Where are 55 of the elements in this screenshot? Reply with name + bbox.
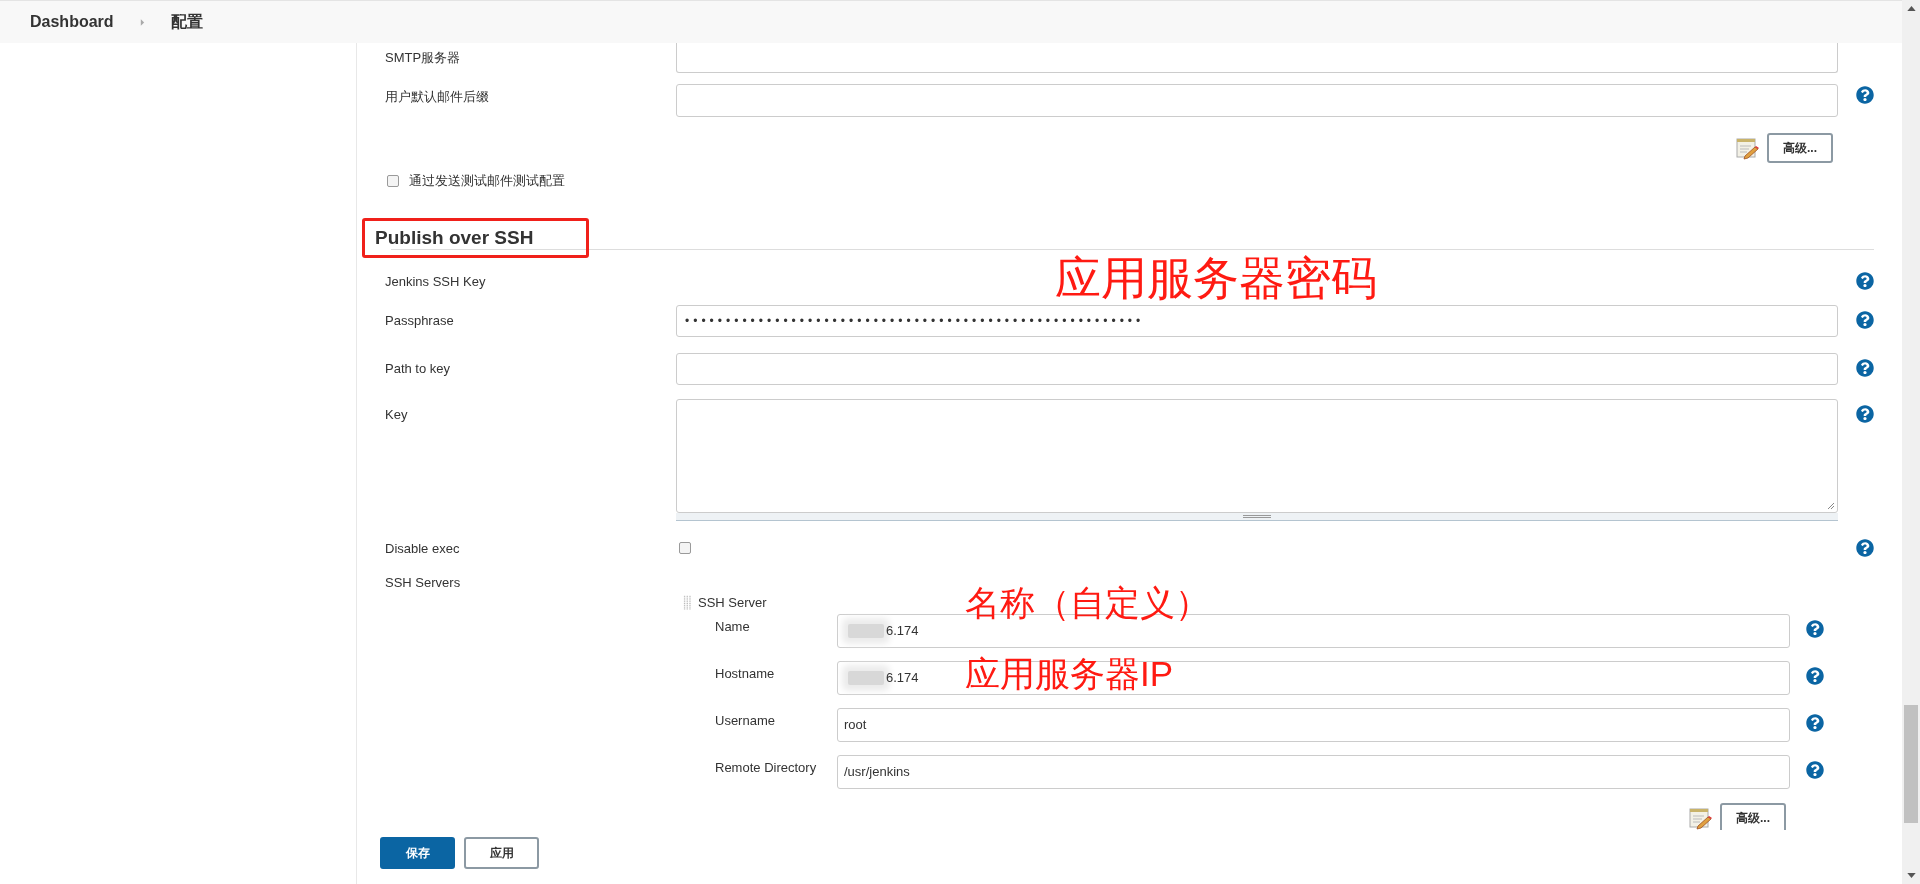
help-icon[interactable] (1856, 311, 1874, 329)
redaction-blur (848, 623, 884, 638)
section-title: Publish over SSH (375, 226, 535, 250)
apply-button[interactable]: 应用 (464, 837, 539, 869)
field-label: Username (714, 711, 776, 730)
resize-handle[interactable] (676, 513, 1838, 521)
field-value: root (844, 715, 867, 734)
field-label: Disable exec (385, 540, 461, 558)
field-label: Remote Directory (714, 758, 818, 777)
field-label: Key (385, 406, 409, 424)
help-icon[interactable] (1856, 405, 1874, 423)
scroll-up-icon[interactable] (1906, 6, 1916, 11)
notepad-pencil-icon[interactable] (1735, 136, 1759, 160)
redaction-blur (848, 670, 884, 685)
field-value: /usr/jenkins (844, 762, 910, 781)
advanced-button[interactable]: 高级... (1767, 133, 1833, 163)
help-icon[interactable] (1806, 713, 1824, 732)
checkbox-label: 通过发送测试邮件测试配置 (409, 172, 565, 191)
field-value: 6.174 (886, 621, 919, 640)
breadcrumb-link[interactable]: 配置 (170, 10, 203, 34)
input-field[interactable] (676, 84, 1838, 117)
password-field[interactable]: •••••••••••••••••••••••••••••••••••••••••••••••••••••••• (676, 305, 1838, 337)
field-value: 6.174 (886, 668, 919, 687)
input-field[interactable]: root (837, 707, 1790, 742)
resize-grip-icon[interactable] (1827, 502, 1835, 510)
scroll-thumb[interactable] (1904, 705, 1918, 823)
help-icon[interactable] (1806, 760, 1824, 779)
drag-grip-icon[interactable] (683, 594, 692, 611)
checkbox[interactable] (679, 542, 691, 554)
input-field[interactable]: /usr/jenkins (837, 754, 1790, 789)
help-icon[interactable] (1806, 619, 1824, 638)
help-icon[interactable] (1856, 272, 1874, 290)
field-label: Path to key (385, 360, 452, 378)
field-label: 用户默认邮件后缀 (385, 88, 490, 106)
notepad-pencil-icon[interactable] (1688, 805, 1712, 830)
help-icon[interactable] (1856, 86, 1874, 104)
field-label: Name (714, 617, 751, 636)
field-label: SSH Servers (385, 574, 462, 592)
advanced-button[interactable]: 高级... (1720, 802, 1786, 830)
save-button[interactable]: 保存 (380, 837, 455, 869)
field-label: Jenkins SSH Key (385, 273, 487, 291)
field-label: Passphrase (385, 312, 455, 330)
annotation-text: 应用服务器密码 (1055, 255, 1377, 301)
block-title: SSH Server (698, 594, 767, 612)
scroll-down-icon[interactable] (1906, 873, 1916, 878)
help-icon[interactable] (1856, 539, 1874, 557)
breadcrumb-link[interactable]: Dashboard (30, 10, 114, 34)
help-icon[interactable] (1806, 666, 1824, 685)
input-field[interactable] (676, 353, 1838, 385)
chevron-icon (139, 18, 145, 26)
input-field[interactable] (676, 43, 1838, 73)
help-icon[interactable] (1856, 359, 1874, 377)
checkbox[interactable] (387, 175, 399, 187)
field-label: SMTP服务器 (385, 49, 462, 67)
field-label: Hostname (714, 664, 776, 683)
